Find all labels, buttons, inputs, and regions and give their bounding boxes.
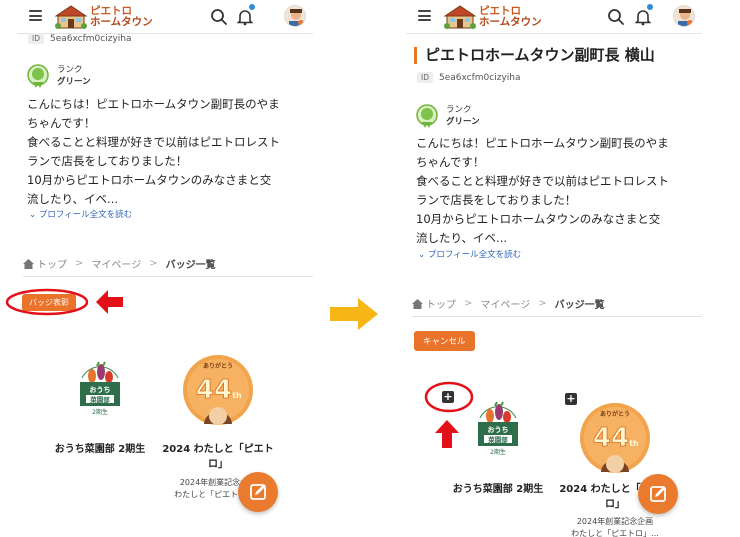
- user-id-row: ID 5ea6xcfm0cizyiha: [417, 72, 521, 83]
- bell-icon[interactable]: [236, 8, 254, 26]
- breadcrumb: トップ > マイページ > バッジ一覧: [412, 291, 702, 317]
- logo-house-icon: [55, 5, 87, 29]
- rank-label: ランク: [446, 105, 472, 115]
- chevron-down-icon: ⌄: [29, 210, 39, 220]
- bio-line: ランで店長をしておりました！: [416, 193, 577, 207]
- edit-icon: [250, 484, 266, 500]
- bio-line: 流したり、イベ...: [27, 192, 119, 206]
- read-more-link[interactable]: ⌄ プロフィール全文を読む: [29, 208, 132, 220]
- screen-before: ピエトロ ホームタウン ID 5ea6xcfm0cizyiha ランク グリーン: [17, 0, 313, 537]
- search-icon[interactable]: [607, 8, 625, 26]
- rank-value: グリーン: [57, 77, 91, 87]
- breadcrumb-current: バッジ一覧: [554, 300, 605, 311]
- read-more-label: プロフィール全文を読む: [427, 250, 522, 260]
- badge-desc-line1: 2024年創業記念企画: [576, 517, 654, 526]
- read-more-label: プロフィール全文を読む: [38, 210, 133, 220]
- badge-name: おうち菜園部 2期生: [452, 484, 544, 495]
- badge-44th-art: ありがとう 44 th: [580, 403, 650, 473]
- badge-art-label2: 菜園部: [487, 435, 508, 444]
- app-header: ピエトロ ホームタウン: [406, 0, 702, 34]
- search-icon[interactable]: [210, 8, 228, 26]
- badge-name-line2: ロ」: [208, 459, 228, 470]
- badge-art-label1: おうち: [488, 425, 509, 434]
- screen-after: ピエトロ ホームタウン ピエトロホームタウン副町長 横山 ID 5ea6xcfm…: [406, 0, 702, 537]
- avatar[interactable]: [673, 5, 695, 27]
- bio-line: ちゃんです！: [27, 116, 96, 130]
- rank-value: グリーン: [446, 117, 480, 127]
- transition-arrow-icon: [330, 298, 378, 330]
- logo-house-icon: [444, 5, 476, 29]
- annotation-highlight-right: [424, 381, 474, 448]
- chevron-down-icon: ⌄: [418, 250, 428, 260]
- rank-medal-icon: [27, 64, 49, 88]
- bio-line: 食べることと料理が好きで以前はピエトロレスト: [27, 135, 280, 149]
- logo-line2: ホームタウン: [479, 16, 542, 28]
- badge-art-th: th: [629, 439, 639, 448]
- id-value: 5ea6xcfm0cizyiha: [50, 33, 132, 44]
- home-icon: [412, 298, 423, 309]
- id-label: ID: [417, 72, 433, 83]
- hamburger-icon[interactable]: [29, 10, 42, 21]
- breadcrumb-mypage[interactable]: マイページ: [480, 296, 530, 311]
- page-title: ピエトロホームタウン副町長 横山: [414, 47, 655, 64]
- edit-icon: [650, 486, 666, 502]
- annotation-highlight-left: [5, 288, 123, 316]
- profile-bio: こんにちは！ピエトロホームタウン副町長のやま ちゃんです！ 食べることと料理が好…: [27, 95, 307, 209]
- badge-art-thanks: ありがとう: [203, 362, 233, 370]
- badge-art-label1: おうち: [90, 385, 111, 394]
- badge-name: おうち菜園部 2期生: [54, 444, 146, 455]
- bio-line: ちゃんです！: [416, 155, 485, 169]
- breadcrumb: トップ > マイページ > バッジ一覧: [23, 251, 313, 277]
- hamburger-icon[interactable]: [418, 10, 431, 21]
- badge-card[interactable]: ありがとう 44 th 2024 わたしと「ピエト ロ」 2024年創業記念企画…: [556, 400, 674, 537]
- rank-label: ランク: [57, 65, 83, 75]
- logo-line2: ホームタウン: [90, 16, 153, 28]
- cancel-button[interactable]: キャンセル: [414, 331, 475, 351]
- id-value: 5ea6xcfm0cizyiha: [439, 72, 521, 83]
- badge-art-num: 44: [593, 423, 629, 453]
- badge-art-label2: 菜園部: [89, 395, 110, 404]
- home-icon: [23, 258, 34, 269]
- badge-art-label3: 2期生: [490, 448, 506, 456]
- rank-block: ランク グリーン: [27, 64, 91, 88]
- badge-art-th: th: [232, 391, 242, 400]
- badge-art-label3: 2期生: [92, 408, 108, 416]
- bio-line: こんにちは！ピエトロホームタウン副町長のやま: [416, 136, 669, 150]
- rank-block: ランク グリーン: [416, 104, 480, 128]
- bio-line: こんにちは！ピエトロホームタウン副町長のやま: [27, 97, 280, 111]
- badge-desc-line2: わたしと「ピエトロ」...: [571, 529, 659, 537]
- bio-line: 10月からピエトロホームタウンのみなさまと交: [416, 212, 661, 226]
- badge-ouchi-saien-art: おうち 菜園部 2期生: [80, 361, 120, 416]
- edit-fab-button[interactable]: [638, 474, 678, 514]
- badge-art-thanks: ありがとう: [600, 410, 630, 418]
- badge-name-line1: 2024 わたしと「ピエト: [162, 444, 274, 455]
- bio-line: 10月からピエトロホームタウンのみなさまと交: [27, 173, 272, 187]
- breadcrumb-mypage[interactable]: マイページ: [91, 256, 141, 271]
- app-header: ピエトロ ホームタウン: [17, 0, 313, 34]
- site-logo[interactable]: ピエトロ ホームタウン: [444, 2, 542, 32]
- notification-dot: [249, 4, 255, 10]
- id-label: ID: [28, 33, 44, 44]
- user-id-row: ID 5ea6xcfm0cizyiha: [28, 33, 132, 44]
- badge-card[interactable]: おうち 菜園部 2期生 おうち菜園部 2期生: [45, 360, 155, 457]
- bio-line: 流したり、イベ...: [416, 231, 508, 245]
- read-more-link[interactable]: ⌄ プロフィール全文を読む: [418, 248, 521, 260]
- breadcrumb-current: バッジ一覧: [165, 260, 216, 271]
- bio-line: ランで店長をしておりました！: [27, 154, 188, 168]
- site-logo[interactable]: ピエトロ ホームタウン: [55, 2, 153, 32]
- profile-bio: こんにちは！ピエトロホームタウン副町長のやま ちゃんです！ 食べることと料理が好…: [416, 134, 696, 248]
- notification-dot: [647, 4, 653, 10]
- breadcrumb-top[interactable]: トップ: [426, 296, 456, 311]
- breadcrumb-top[interactable]: トップ: [37, 256, 67, 271]
- bio-line: 食べることと料理が好きで以前はピエトロレスト: [416, 174, 669, 188]
- badge-art-num: 44: [196, 375, 232, 405]
- bell-icon[interactable]: [634, 8, 652, 26]
- avatar[interactable]: [284, 5, 306, 27]
- edit-fab-button[interactable]: [238, 472, 278, 512]
- badge-44th-art: ありがとう 44 th: [183, 355, 253, 425]
- rank-medal-icon: [416, 104, 438, 128]
